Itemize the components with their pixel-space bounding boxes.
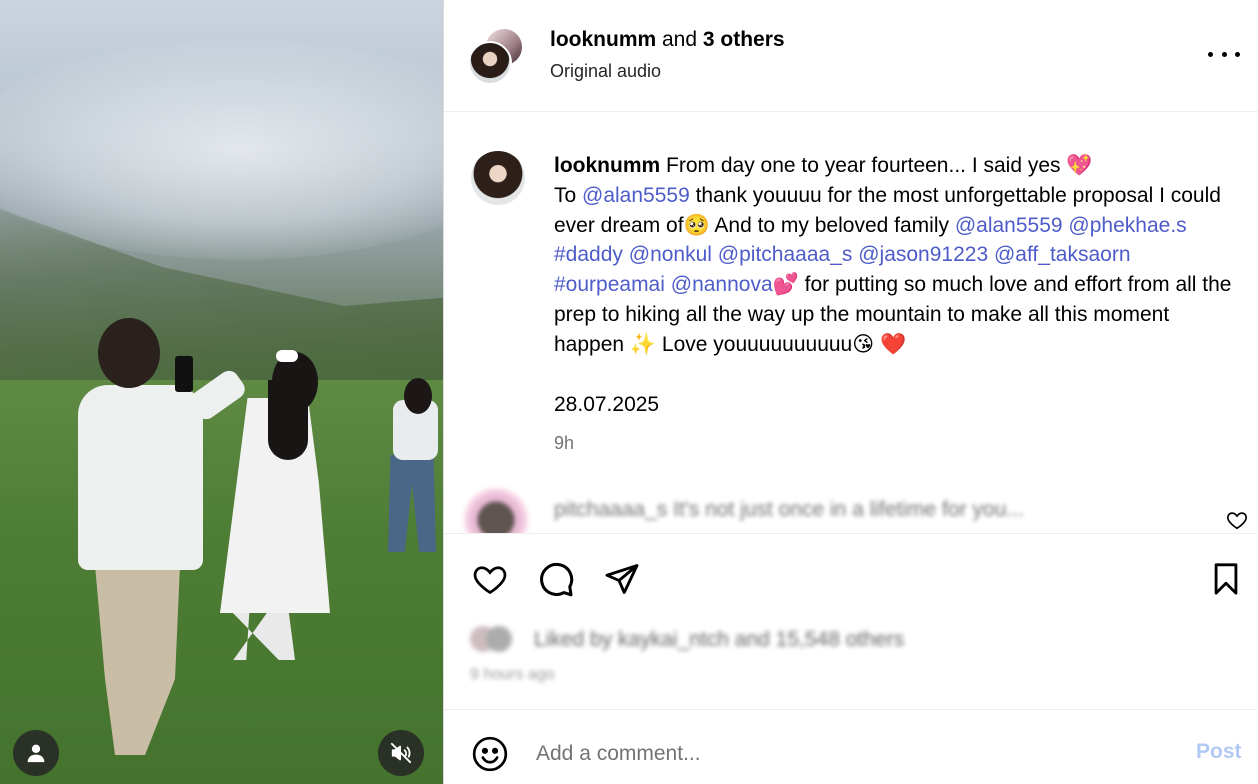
emoji-icon: [472, 736, 508, 772]
comment-like-icon[interactable]: [1226, 509, 1248, 531]
comment-icon: [540, 562, 574, 597]
comment-button[interactable]: [536, 559, 576, 599]
post-authors: looknumm and 3 others: [550, 28, 785, 52]
mention-link[interactable]: @alan5559: [955, 214, 1063, 237]
send-icon: [605, 564, 639, 594]
comment-composer: Post: [444, 709, 1258, 784]
and-text: and: [656, 28, 703, 51]
hashtag-link[interactable]: #daddy: [554, 243, 623, 266]
mention-link[interactable]: @nonkul: [629, 243, 712, 266]
post-media[interactable]: [0, 0, 443, 784]
fog: [0, 40, 443, 260]
time-ago: 9 hours ago: [470, 666, 555, 683]
phone: [175, 356, 193, 392]
woman-head: [404, 378, 432, 414]
post-age[interactable]: 9h: [554, 433, 574, 454]
comment-text: pitchaaaa_s It's not just once in a life…: [554, 498, 1024, 521]
save-button[interactable]: [1206, 559, 1246, 599]
hashtag-link[interactable]: #ourpeamai: [554, 273, 665, 296]
man-shirt: [78, 385, 203, 570]
post-actions: Liked by kaykai_ntch and 15,548 others 9…: [444, 533, 1258, 709]
man-head: [98, 318, 160, 388]
post-button[interactable]: Post: [1196, 740, 1242, 764]
share-button[interactable]: [602, 559, 642, 599]
mention-link[interactable]: @jason91223: [858, 243, 988, 266]
avatar: [464, 488, 528, 533]
likes-text: Liked by kaykai_ntch and 15,548 others: [534, 628, 905, 651]
grass-field: [0, 380, 443, 784]
mention-link[interactable]: @aff_taksaorn: [994, 243, 1131, 266]
hair-bow: [276, 350, 298, 362]
mention-link[interactable]: @pitchaaaa_s: [718, 243, 853, 266]
post-details-panel: looknumm and 3 others Original audio loo…: [444, 0, 1258, 784]
more-dot: [1221, 51, 1227, 57]
more-horizontal-icon: [1208, 51, 1213, 57]
mention-link[interactable]: @alan5559: [582, 184, 690, 207]
avatar: [486, 626, 512, 652]
comment-preview[interactable]: pitchaaaa_s It's not just once in a life…: [464, 488, 1244, 533]
mention-link[interactable]: @nannova: [671, 273, 773, 296]
tagged-users-button[interactable]: [13, 730, 59, 776]
caption-text: From day one to year fourteen... I said …: [660, 154, 1093, 177]
more-dot: [1235, 51, 1240, 57]
heart-icon: [473, 566, 507, 595]
emoji-button[interactable]: [470, 734, 510, 774]
more-options-button[interactable]: [1208, 44, 1240, 64]
author-username[interactable]: looknumm: [550, 28, 656, 51]
like-button[interactable]: [470, 559, 510, 599]
avatar[interactable]: [471, 151, 525, 205]
comment-input[interactable]: [536, 734, 1156, 774]
mention-link[interactable]: @phekhae.s: [1068, 214, 1186, 237]
caption-username[interactable]: looknumm: [554, 154, 660, 177]
speaker-muted-icon: [390, 742, 412, 764]
mute-button[interactable]: [378, 730, 424, 776]
caption-text: To: [554, 183, 583, 207]
bookmark-icon: [1214, 563, 1238, 595]
likes-summary[interactable]: Liked by kaykai_ntch and 15,548 others: [470, 626, 990, 656]
caption-date: 28.07.2025: [554, 393, 660, 416]
post-caption: looknumm From day one to year fourteen..…: [554, 151, 1234, 360]
author-avatars[interactable]: [468, 27, 526, 85]
post-header: looknumm and 3 others Original audio: [444, 0, 1258, 112]
audio-label[interactable]: Original audio: [550, 61, 661, 82]
user-icon: [27, 744, 45, 763]
caption-area: looknumm From day one to year fourteen..…: [444, 113, 1258, 533]
avatar: [468, 41, 512, 85]
others-link[interactable]: 3 others: [703, 28, 785, 51]
